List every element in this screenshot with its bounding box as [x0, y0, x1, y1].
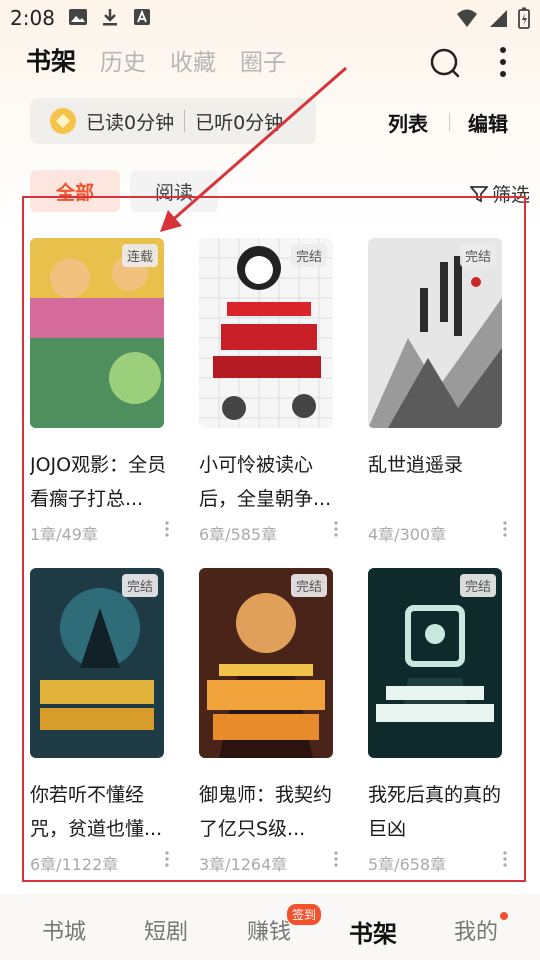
system-icons	[456, 7, 530, 29]
more-vertical-icon[interactable]	[490, 44, 516, 80]
highlight-box	[22, 196, 526, 882]
download-icon	[103, 9, 117, 26]
tab-favorites[interactable]: 收藏	[170, 43, 216, 77]
tab-bookshelf[interactable]: 书架	[26, 42, 76, 78]
tab-history[interactable]: 历史	[100, 43, 146, 77]
listen-time: 已听0分钟	[195, 111, 284, 134]
tab-circle[interactable]: 圈子	[240, 43, 286, 77]
top-tabs: 书架 历史 收藏 圈子	[26, 42, 286, 78]
search-icon[interactable]	[428, 46, 462, 80]
wifi-icon	[457, 9, 477, 27]
app-notification-icon	[134, 9, 150, 25]
divider	[449, 113, 450, 131]
image-icon	[69, 9, 87, 25]
status-time: 2:08	[10, 6, 55, 30]
nav-bookstore[interactable]: 书城	[42, 914, 86, 946]
nav-earn[interactable]: 赚钱	[247, 914, 291, 946]
read-time: 已读0分钟	[86, 111, 175, 134]
signal-icon	[490, 10, 507, 27]
divider	[184, 110, 186, 132]
notification-icons	[68, 8, 152, 26]
status-bar: 2:08	[0, 0, 540, 36]
reading-stats-pill[interactable]: 已读0分钟 已听0分钟	[30, 98, 316, 144]
bottom-nav: 书城 短剧 赚钱 签到 书架 我的	[0, 894, 540, 960]
edit-button[interactable]: 编辑	[468, 108, 508, 137]
list-view-button[interactable]: 列表	[388, 108, 428, 137]
battery-icon	[518, 7, 530, 29]
coin-icon	[50, 108, 76, 134]
checkin-badge[interactable]: 签到	[287, 904, 322, 925]
nav-short-drama[interactable]: 短剧	[144, 914, 188, 946]
notification-dot	[500, 912, 508, 920]
nav-profile[interactable]: 我的	[454, 914, 498, 946]
nav-bookshelf[interactable]: 书架	[349, 914, 397, 949]
